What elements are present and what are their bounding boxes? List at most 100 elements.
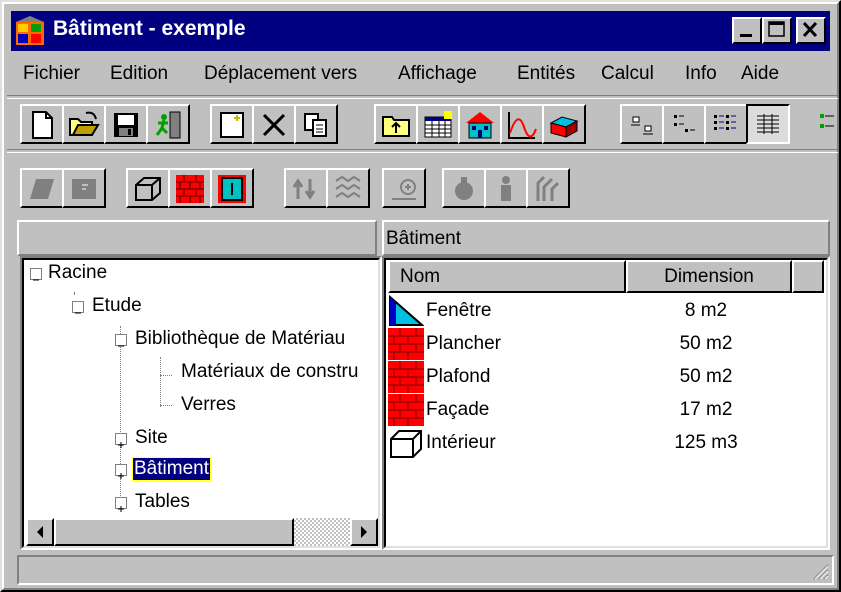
pattern-disabled-icon — [335, 175, 361, 199]
floor-disabled-icon — [72, 179, 96, 199]
cube-icon — [135, 177, 161, 201]
wall-disabled-icon — [30, 179, 54, 199]
large-icons-button[interactable] — [620, 104, 664, 144]
open-button[interactable] — [62, 104, 106, 144]
exit-man-icon — [155, 111, 181, 139]
open-folder-icon — [69, 111, 100, 136]
list-row-fenetre[interactable]: Fenêtre 8 m2 — [388, 295, 824, 328]
toolbar-separator — [7, 95, 838, 99]
app-icon[interactable] — [15, 16, 45, 46]
properties-icon — [220, 112, 244, 138]
curve-button[interactable] — [500, 104, 544, 144]
building-icon — [466, 112, 494, 139]
connect-button[interactable] — [382, 168, 426, 208]
small-icons-view-icon — [674, 115, 695, 132]
up-level-button[interactable] — [374, 104, 418, 144]
save-button[interactable] — [104, 104, 148, 144]
scroll-right-button[interactable] — [350, 518, 378, 546]
occupant-button[interactable] — [484, 168, 528, 208]
pattern-button[interactable] — [326, 168, 370, 208]
new-document-icon — [32, 111, 53, 139]
close-button[interactable] — [796, 17, 826, 44]
block-button[interactable] — [542, 104, 586, 144]
minimize-button[interactable] — [732, 17, 762, 44]
copy-icon — [304, 113, 327, 137]
scroll-thumb[interactable] — [54, 518, 294, 546]
list-row-plafond[interactable]: Plafond 50 m2 — [388, 361, 824, 394]
valve-button[interactable] — [442, 168, 486, 208]
scroll-left-button[interactable] — [26, 518, 54, 546]
expand-icon[interactable] — [115, 433, 127, 448]
menu-info[interactable]: Info — [685, 63, 717, 85]
cube-icon — [390, 430, 422, 458]
title-bar[interactable]: Bâtiment - exemple — [11, 11, 830, 51]
floor-button[interactable] — [62, 168, 106, 208]
connect-disabled-icon — [392, 179, 416, 200]
menu-calcul[interactable]: Calcul — [601, 63, 654, 85]
list-button[interactable] — [704, 104, 748, 144]
list-pane-title: Bâtiment — [386, 228, 461, 249]
exit-button[interactable] — [146, 104, 190, 144]
resize-grip-icon[interactable] — [810, 561, 830, 581]
tables-button[interactable] — [416, 104, 460, 144]
volume-button[interactable] — [126, 168, 170, 208]
building-button[interactable] — [458, 104, 502, 144]
save-disk-icon — [114, 113, 138, 137]
main-window: Bâtiment - exemple Fichier Edition Dépla… — [0, 0, 841, 592]
arrow-left-icon — [37, 526, 43, 538]
toolbar-separator — [7, 149, 838, 153]
expand-icon[interactable] — [115, 464, 127, 479]
window-button[interactable] — [210, 168, 254, 208]
window-icon — [218, 175, 246, 203]
new-button[interactable] — [20, 104, 64, 144]
vegetation-button[interactable] — [526, 168, 570, 208]
list-pane-header: Bâtiment — [382, 220, 830, 256]
details-button[interactable] — [746, 104, 790, 144]
menu-entites[interactable]: Entités — [517, 63, 575, 85]
small-icons-button[interactable] — [662, 104, 706, 144]
expand-icon[interactable] — [115, 497, 127, 512]
wall-button[interactable] — [20, 168, 64, 208]
menu-aide[interactable]: Aide — [741, 63, 779, 85]
copy-button[interactable] — [294, 104, 338, 144]
valve-disabled-icon — [455, 177, 473, 200]
collapse-icon[interactable] — [115, 334, 127, 347]
details-view-icon — [757, 114, 779, 134]
properties-button[interactable] — [210, 104, 254, 144]
column-header-nom[interactable]: Nom — [388, 260, 626, 293]
menu-fichier[interactable]: Fichier — [23, 63, 80, 85]
tree-view: Racine Etude Bibliothèque de Matériau Ma… — [26, 260, 378, 515]
menu-deplacement-vers[interactable]: Déplacement vers — [204, 63, 357, 85]
list-view-icon — [714, 115, 736, 130]
collapse-icon[interactable] — [72, 301, 84, 314]
collapse-icon[interactable] — [30, 268, 42, 281]
column-header-dimension[interactable]: Dimension — [626, 260, 792, 293]
list-row-plancher[interactable]: Plancher 50 m2 — [388, 328, 824, 361]
person-disabled-icon — [501, 176, 511, 201]
close-icon — [802, 21, 818, 38]
move-button[interactable] — [284, 168, 328, 208]
menu-affichage[interactable]: Affichage — [398, 63, 477, 85]
brick-wall-icon — [388, 394, 424, 426]
arrow-right-icon — [361, 526, 367, 538]
tree-horizontal-scrollbar[interactable] — [26, 518, 378, 546]
maximize-button[interactable] — [762, 17, 792, 44]
table-icon — [424, 111, 452, 138]
delete-x-icon — [262, 113, 286, 137]
status-bar — [17, 555, 834, 585]
maximize-icon — [768, 21, 785, 37]
brick-wall-icon — [388, 361, 424, 393]
brick-wall-button[interactable] — [168, 168, 212, 208]
curve-chart-icon — [508, 112, 537, 139]
window-title: Bâtiment - exemple — [53, 17, 246, 40]
more-icon — [820, 114, 834, 128]
column-header-empty[interactable] — [792, 260, 824, 293]
brick-wall-icon — [176, 175, 204, 203]
list-row-interieur[interactable]: Intérieur 125 m3 — [388, 427, 824, 460]
brick-block-icon — [549, 116, 579, 138]
list-row-facade[interactable]: Façade 17 m2 — [388, 394, 824, 427]
menu-edition[interactable]: Edition — [110, 63, 168, 85]
delete-button[interactable] — [252, 104, 296, 144]
up-folder-icon — [382, 116, 410, 137]
toolbar-overflow[interactable] — [816, 104, 836, 144]
